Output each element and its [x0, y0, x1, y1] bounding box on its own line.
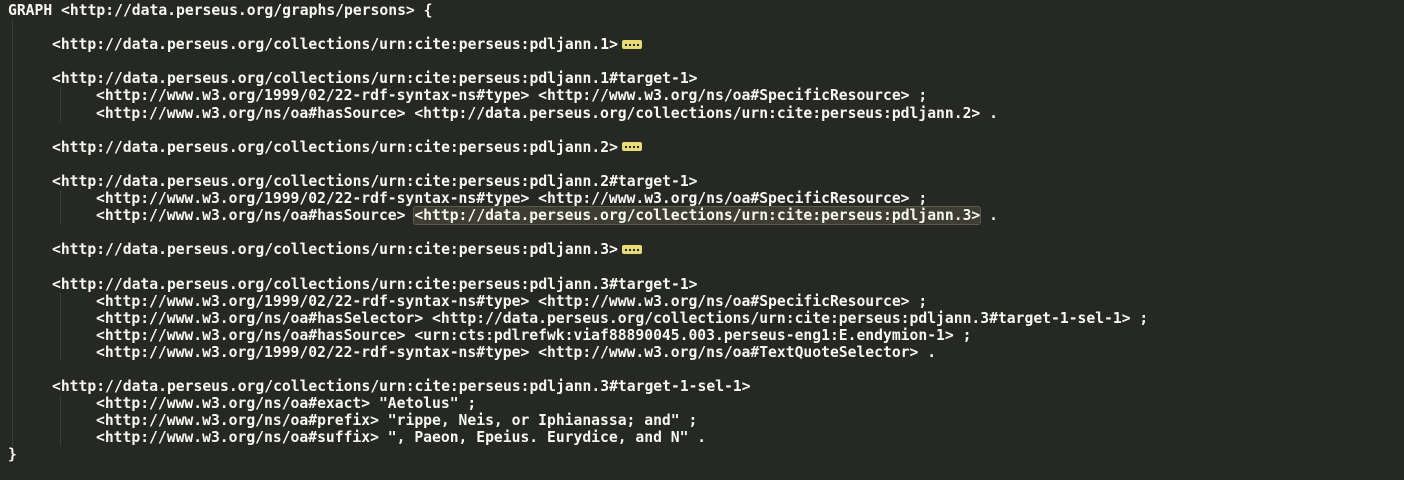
- code-line-text: <http://data.perseus.org/collections/urn…: [52, 36, 618, 54]
- code-line-text: <http://www.w3.org/ns/oa#hasSelector> <h…: [96, 309, 1149, 327]
- code-line[interactable]: <http://data.perseus.org/collections/urn…: [0, 241, 1404, 259]
- code-line[interactable]: <http://data.perseus.org/collections/urn…: [0, 275, 1404, 293]
- code-line[interactable]: }: [0, 446, 1404, 463]
- indent-guide: [12, 326, 13, 344]
- code-line[interactable]: <http://www.w3.org/ns/oa#prefix> "rippe,…: [0, 412, 1404, 430]
- code-line-blank[interactable]: [0, 360, 1404, 379]
- selection-highlight[interactable]: <http://data.perseus.org/collections/urn…: [413, 206, 982, 226]
- indent-guide: [12, 224, 13, 242]
- indent-guide: [60, 343, 61, 361]
- indent-guide: [12, 241, 13, 259]
- code-line-text: <http://www.w3.org/1999/02/22-rdf-syntax…: [96, 190, 928, 208]
- code-line[interactable]: <http://data.perseus.org/collections/urn…: [0, 36, 1404, 54]
- indent-guide: [12, 36, 13, 54]
- indent-guide: [12, 429, 13, 447]
- indent-guide: [12, 395, 13, 413]
- code-line-text: <http://data.perseus.org/collections/urn…: [52, 70, 698, 88]
- code-line[interactable]: <http://www.w3.org/ns/oa#hasSource> <htt…: [0, 104, 1404, 122]
- indent-guide: [12, 378, 13, 396]
- indent-guide: [12, 104, 13, 122]
- code-line[interactable]: <http://data.perseus.org/collections/urn…: [0, 172, 1404, 191]
- folded-block-icon[interactable]: [621, 39, 642, 49]
- indent-guide: [12, 172, 13, 191]
- code-line-text: <http://data.perseus.org/collections/urn…: [52, 378, 751, 396]
- indent-guide: [60, 104, 61, 122]
- code-line[interactable]: <http://www.w3.org/1999/02/22-rdf-syntax…: [0, 190, 1404, 208]
- indent-guide: [12, 70, 13, 88]
- indent-guide: [12, 53, 13, 71]
- code-line-blank[interactable]: [0, 224, 1404, 242]
- indent-guide: [12, 275, 13, 293]
- indent-guide: [60, 412, 61, 430]
- code-line-text: <http://data.perseus.org/collections/urn…: [52, 275, 698, 293]
- code-line-text: <http://www.w3.org/ns/oa#exact> "Aetolus…: [96, 395, 477, 413]
- code-line-text: <http://www.w3.org/ns/oa#hasSource> <urn…: [96, 326, 972, 344]
- indent-guide: [12, 19, 13, 37]
- code-line-text: <http://data.perseus.org/collections/urn…: [52, 138, 618, 156]
- code-line-text: <http://www.w3.org/1999/02/22-rdf-syntax…: [96, 87, 928, 105]
- indent-guide: [12, 138, 13, 156]
- indent-guide: [12, 207, 13, 225]
- code-line-text: <http://data.perseus.org/collections/urn…: [52, 172, 698, 190]
- code-line-text: <http://www.w3.org/1999/02/22-rdf-syntax…: [96, 292, 928, 310]
- indent-guide: [60, 190, 61, 208]
- code-line-blank[interactable]: [0, 53, 1404, 71]
- code-line-text: }: [8, 446, 17, 464]
- indent-guide: [60, 309, 61, 327]
- code-editor[interactable]: GRAPH <http://data.perseus.org/graphs/pe…: [0, 0, 1404, 480]
- indent-guide: [60, 207, 61, 225]
- indent-guide: [12, 412, 13, 430]
- indent-guide: [60, 395, 61, 413]
- code-line[interactable]: <http://www.w3.org/ns/oa#hasSource> <urn…: [0, 326, 1404, 344]
- code-line-text: <http://www.w3.org/ns/oa#hasSource> <htt…: [96, 104, 998, 122]
- code-line[interactable]: <http://www.w3.org/ns/oa#hasSource> <htt…: [0, 206, 1404, 226]
- indent-guide: [60, 326, 61, 344]
- code-line[interactable]: <http://www.w3.org/ns/oa#hasSelector> <h…: [0, 309, 1404, 327]
- code-line-blank[interactable]: [0, 258, 1404, 276]
- indent-guide: [12, 360, 13, 379]
- folded-block-icon[interactable]: [621, 142, 642, 152]
- indent-guide: [12, 87, 13, 105]
- code-line[interactable]: <http://www.w3.org/ns/oa#exact> "Aetolus…: [0, 395, 1404, 413]
- code-line-text: <http://www.w3.org/1999/02/22-rdf-syntax…: [96, 343, 937, 361]
- indent-guide: [60, 292, 61, 310]
- code-line-text: <http://www.w3.org/ns/oa#hasSource>: [96, 207, 415, 225]
- code-line-blank[interactable]: [0, 155, 1404, 173]
- indent-guide: [60, 429, 61, 447]
- code-line[interactable]: <http://data.perseus.org/collections/urn…: [0, 70, 1404, 88]
- code-line[interactable]: <http://data.perseus.org/collections/urn…: [0, 378, 1404, 396]
- code-line-text: <http://www.w3.org/ns/oa#suffix> ", Paeo…: [96, 429, 707, 447]
- indent-guide: [12, 343, 13, 361]
- indent-guide: [12, 190, 13, 208]
- indent-guide: [12, 155, 13, 173]
- code-line[interactable]: <http://www.w3.org/1999/02/22-rdf-syntax…: [0, 292, 1404, 310]
- indent-guide: [12, 292, 13, 310]
- code-line[interactable]: GRAPH <http://data.perseus.org/graphs/pe…: [0, 2, 1404, 19]
- code-line-blank[interactable]: [0, 121, 1404, 139]
- code-line-text: <http://www.w3.org/ns/oa#prefix> "rippe,…: [96, 412, 698, 430]
- code-line-tail: .: [980, 207, 998, 225]
- folded-block-icon[interactable]: [621, 244, 642, 254]
- indent-guide: [12, 121, 13, 139]
- indent-guide: [60, 87, 61, 105]
- code-line[interactable]: <http://www.w3.org/1999/02/22-rdf-syntax…: [0, 87, 1404, 105]
- code-line[interactable]: <http://www.w3.org/ns/oa#suffix> ", Paeo…: [0, 429, 1404, 447]
- code-line-text: <http://data.perseus.org/collections/urn…: [52, 241, 618, 259]
- code-line[interactable]: <http://data.perseus.org/collections/urn…: [0, 138, 1404, 156]
- indent-guide: [12, 309, 13, 327]
- code-line[interactable]: <http://www.w3.org/1999/02/22-rdf-syntax…: [0, 343, 1404, 361]
- code-line-blank[interactable]: [0, 19, 1404, 37]
- code-line-text: GRAPH <http://data.perseus.org/graphs/pe…: [8, 2, 433, 19]
- indent-guide: [12, 258, 13, 276]
